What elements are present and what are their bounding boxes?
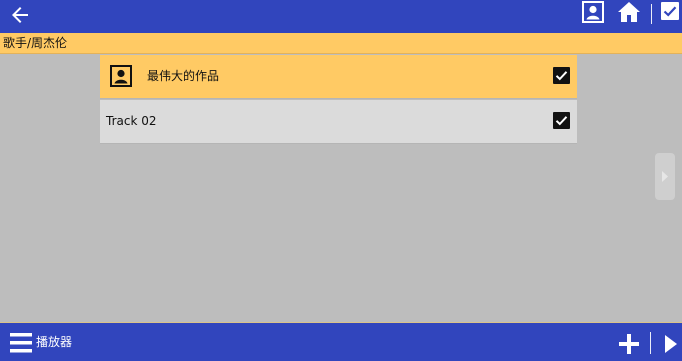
checkbox-checked-icon[interactable] xyxy=(661,2,679,20)
toolbar-divider xyxy=(651,4,652,24)
breadcrumb: 歌手/周杰伦 xyxy=(0,33,682,54)
toolbar-divider xyxy=(650,332,651,354)
contact-card-icon xyxy=(110,65,132,87)
list-item[interactable]: 最伟大的作品 xyxy=(100,55,577,99)
arrow-left-icon[interactable] xyxy=(8,3,32,27)
contact-card-icon[interactable] xyxy=(582,1,604,23)
side-drawer-handle[interactable] xyxy=(655,153,675,200)
chevron-right-icon xyxy=(662,171,668,182)
play-icon[interactable] xyxy=(664,334,678,354)
bottom-player-bar: 播放器 xyxy=(0,322,682,361)
list-item[interactable]: Track 02 xyxy=(100,100,577,144)
menu-icon[interactable] xyxy=(10,332,32,354)
player-label[interactable]: 播放器 xyxy=(36,335,72,349)
item-checkbox[interactable] xyxy=(553,67,570,84)
list-item-label: Track 02 xyxy=(106,114,157,128)
breadcrumb-text: 歌手/周杰伦 xyxy=(3,36,68,50)
checkmark-icon xyxy=(555,116,568,126)
list-item-label: 最伟大的作品 xyxy=(147,69,220,83)
checkmark-icon xyxy=(555,71,568,81)
home-icon[interactable] xyxy=(617,0,641,24)
top-app-bar xyxy=(0,0,682,33)
item-checkbox[interactable] xyxy=(553,112,570,129)
plus-icon[interactable] xyxy=(619,334,639,354)
